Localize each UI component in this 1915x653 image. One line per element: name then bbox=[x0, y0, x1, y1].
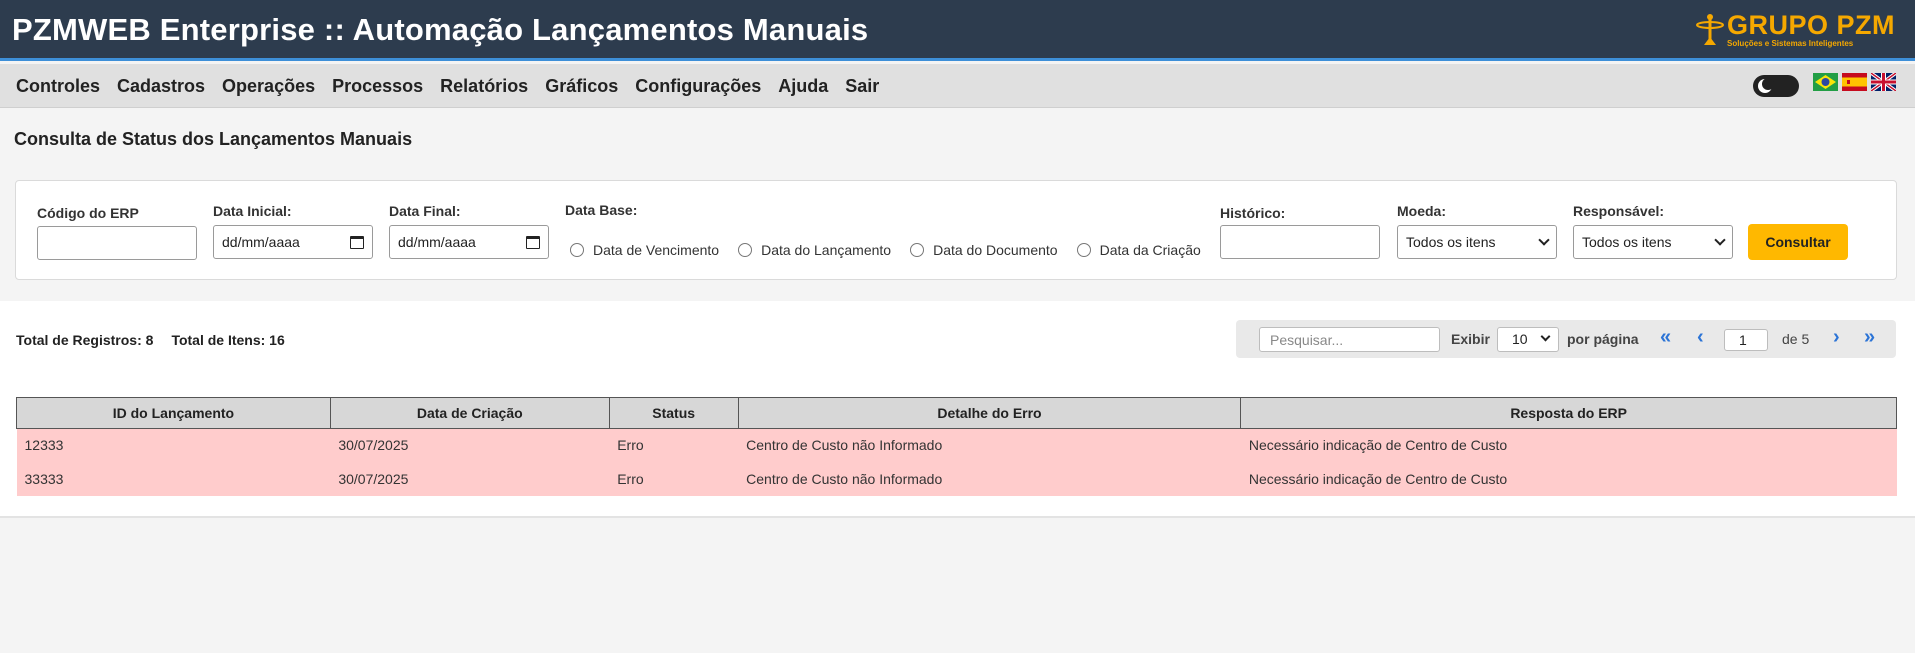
cell-resposta-erp: Necessário indicação de Centro de Custo bbox=[1240, 461, 1897, 496]
cell-data-criacao: 30/07/2025 bbox=[330, 461, 610, 496]
calendar-icon[interactable] bbox=[350, 235, 364, 249]
radio-label: Data do Documento bbox=[933, 242, 1058, 258]
radio-label: Data da Criação bbox=[1099, 242, 1201, 258]
radio-button[interactable] bbox=[570, 243, 584, 257]
table-row[interactable]: 12333 30/07/2025 Erro Centro de Custo nã… bbox=[16, 428, 1897, 462]
radio-button[interactable] bbox=[738, 243, 753, 257]
cell-detalhe-erro: Centro de Custo não Informado bbox=[738, 461, 1241, 496]
cell-resposta-erp: Necessário indicação de Centro de Custo bbox=[1240, 428, 1897, 462]
column-header-data-criacao[interactable]: Data de Criação bbox=[329, 397, 610, 429]
company-logo: GRUPO PZM Soluções e Sistemas Inteligent… bbox=[1695, 10, 1895, 50]
language-selector bbox=[1813, 73, 1896, 91]
cell-status: Erro bbox=[609, 461, 739, 496]
dark-mode-toggle[interactable] bbox=[1753, 75, 1799, 97]
page-count: de 5 bbox=[1782, 331, 1810, 347]
chevron-down-icon bbox=[1540, 331, 1551, 342]
codigo-erp-label: Código do ERP bbox=[37, 205, 139, 221]
cell-detalhe-erro: Centro de Custo não Informado bbox=[738, 428, 1241, 462]
historico-label: Histórico: bbox=[1220, 205, 1286, 221]
menu-item-configuracoes[interactable]: Configurações bbox=[635, 76, 761, 97]
current-page-input[interactable]: 1 bbox=[1724, 329, 1768, 351]
moeda-select[interactable]: Todos os itens bbox=[1397, 225, 1557, 259]
spain-flag-icon[interactable] bbox=[1842, 73, 1867, 91]
last-page-button[interactable]: » bbox=[1864, 326, 1875, 349]
chevron-down-icon bbox=[1714, 233, 1726, 246]
data-inicial-value: dd/mm/aaaa bbox=[222, 234, 300, 250]
main-menu: Controles Cadastros Operações Processos … bbox=[16, 76, 879, 97]
historico-input[interactable] bbox=[1220, 225, 1380, 259]
data-base-radio-group: Data de Vencimento Data do Lançamento Da… bbox=[570, 242, 1220, 258]
moon-icon bbox=[1758, 78, 1774, 93]
data-inicial-label: Data Inicial: bbox=[213, 203, 292, 219]
uk-flag-icon[interactable] bbox=[1871, 73, 1896, 91]
cell-status: Erro bbox=[609, 428, 739, 462]
menu-item-sair[interactable]: Sair bbox=[845, 76, 879, 97]
radio-button[interactable] bbox=[910, 243, 925, 257]
radio-data-vencimento[interactable]: Data de Vencimento bbox=[570, 242, 719, 258]
top-header: PZMWEB Enterprise :: Automação Lançament… bbox=[0, 0, 1915, 61]
results-summary: Total de Registros: 8 Total de Itens: 16 bbox=[16, 332, 285, 348]
table-header-row: ID do Lançamento Data de Criação Status … bbox=[16, 397, 1897, 429]
radio-button[interactable] bbox=[1076, 243, 1091, 257]
radio-data-documento[interactable]: Data do Documento bbox=[910, 242, 1058, 258]
logo-tagline: Soluções e Sistemas Inteligentes bbox=[1726, 39, 1854, 48]
exibir-label: Exibir bbox=[1451, 331, 1490, 347]
menu-bar: Controles Cadastros Operações Processos … bbox=[0, 64, 1915, 108]
cell-data-criacao: 30/07/2025 bbox=[330, 428, 610, 462]
por-pagina-label: por página bbox=[1567, 331, 1639, 347]
table-row[interactable]: 33333 30/07/2025 Erro Centro de Custo nã… bbox=[16, 461, 1897, 496]
pagination-bar: Pesquisar... Exibir 10 por página « ‹ 1 … bbox=[1236, 320, 1896, 358]
logo-name: GRUPO PZM bbox=[1726, 10, 1895, 40]
codigo-erp-input[interactable] bbox=[37, 226, 197, 260]
menu-item-relatorios[interactable]: Relatórios bbox=[440, 76, 528, 97]
table-search-input[interactable]: Pesquisar... bbox=[1259, 327, 1440, 352]
menu-item-processos[interactable]: Processos bbox=[332, 76, 423, 97]
data-final-input[interactable]: dd/mm/aaaa bbox=[389, 225, 549, 259]
responsavel-label: Responsável: bbox=[1573, 203, 1665, 219]
menu-item-cadastros[interactable]: Cadastros bbox=[117, 76, 205, 97]
logo-icon bbox=[1695, 14, 1724, 45]
chevron-down-icon bbox=[1538, 233, 1550, 246]
menu-item-ajuda[interactable]: Ajuda bbox=[778, 76, 828, 97]
data-final-value: dd/mm/aaaa bbox=[398, 234, 476, 250]
moeda-value: Todos os itens bbox=[1406, 234, 1496, 250]
radio-data-lancamento[interactable]: Data do Lançamento bbox=[738, 242, 891, 258]
results-table: ID do Lançamento Data de Criação Status … bbox=[16, 397, 1897, 496]
brazil-flag-icon[interactable] bbox=[1813, 73, 1838, 91]
menu-item-operacoes[interactable]: Operações bbox=[222, 76, 315, 97]
per-page-value: 10 bbox=[1512, 331, 1528, 347]
first-page-button[interactable]: « bbox=[1660, 326, 1671, 349]
cell-id: 12333 bbox=[16, 428, 331, 462]
calendar-icon[interactable] bbox=[526, 235, 540, 249]
total-registros: Total de Registros: 8 bbox=[16, 332, 154, 348]
radio-label: Data do Lançamento bbox=[761, 242, 892, 258]
column-header-detalhe-erro[interactable]: Detalhe do Erro bbox=[737, 397, 1242, 429]
data-inicial-input[interactable]: dd/mm/aaaa bbox=[213, 225, 373, 259]
column-header-resposta-erp[interactable]: Resposta do ERP bbox=[1240, 397, 1897, 429]
responsavel-select[interactable]: Todos os itens bbox=[1573, 225, 1733, 259]
responsavel-value: Todos os itens bbox=[1582, 234, 1672, 250]
per-page-select[interactable]: 10 bbox=[1497, 327, 1559, 352]
data-final-label: Data Final: bbox=[389, 203, 461, 219]
column-header-id[interactable]: ID do Lançamento bbox=[16, 397, 331, 429]
menu-item-graficos[interactable]: Gráficos bbox=[545, 76, 618, 97]
next-page-button[interactable]: › bbox=[1833, 326, 1840, 349]
app-title: PZMWEB Enterprise :: Automação Lançament… bbox=[12, 12, 869, 47]
page-title: Consulta de Status dos Lançamentos Manua… bbox=[14, 129, 413, 149]
radio-label: Data de Vencimento bbox=[593, 242, 720, 258]
menu-item-controles[interactable]: Controles bbox=[16, 76, 100, 97]
column-header-status[interactable]: Status bbox=[608, 397, 739, 429]
cell-id: 33333 bbox=[16, 461, 331, 496]
consultar-button[interactable]: Consultar bbox=[1748, 224, 1848, 260]
prev-page-button[interactable]: ‹ bbox=[1697, 326, 1704, 349]
total-itens: Total de Itens: 16 bbox=[171, 332, 285, 348]
data-base-label: Data Base: bbox=[565, 202, 638, 218]
moeda-label: Moeda: bbox=[1397, 203, 1446, 219]
radio-data-criacao[interactable]: Data da Criação bbox=[1076, 242, 1201, 258]
